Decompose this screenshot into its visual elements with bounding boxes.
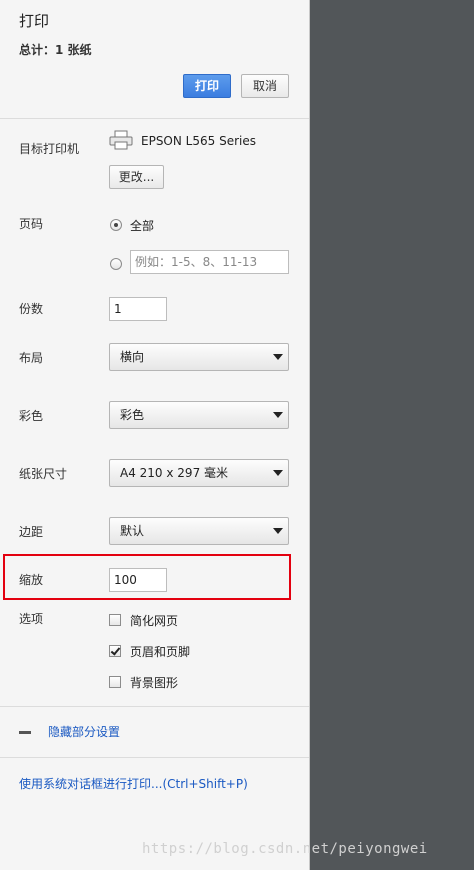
- paper-size-select[interactable]: A4 210 x 297 毫米: [109, 459, 289, 487]
- scale-highlight-box: [3, 554, 291, 600]
- margins-select[interactable]: 默认: [109, 517, 289, 545]
- print-preview-area: [311, 0, 474, 870]
- layout-label: 布局: [19, 351, 44, 365]
- printer-icon: [109, 130, 133, 150]
- change-printer-button[interactable]: 更改...: [109, 165, 164, 189]
- page-title: 打印: [19, 12, 50, 30]
- collapse-icon[interactable]: [19, 731, 31, 734]
- chevron-down-icon: [273, 354, 283, 360]
- margins-value: 默认: [120, 524, 145, 538]
- printer-name: EPSON L565 Series: [141, 134, 256, 148]
- print-header: 打印 总计：1 张纸 打印 取消: [0, 0, 309, 119]
- sheet-summary: 总计：1 张纸: [19, 43, 92, 57]
- watermark-text: https://blog.csdn.net/peiyongwei: [142, 841, 428, 857]
- chevron-down-icon: [273, 412, 283, 418]
- copies-input[interactable]: 1: [109, 297, 167, 321]
- headers-footers-label: 页眉和页脚: [130, 645, 191, 659]
- copies-label: 份数: [19, 302, 44, 316]
- options-label: 选项: [19, 612, 44, 626]
- print-settings-panel: 打印 总计：1 张纸 打印 取消 目标打印机 EPSON L565 Series…: [0, 0, 310, 870]
- background-graphics-label: 背景图形: [130, 676, 179, 690]
- simplify-page-label: 简化网页: [130, 614, 179, 628]
- divider: [0, 706, 309, 707]
- color-label: 彩色: [19, 409, 44, 423]
- margins-label: 边距: [19, 525, 44, 539]
- system-dialog-link[interactable]: 使用系统对话框进行打印...(Ctrl+Shift+P): [19, 775, 248, 792]
- pages-all-label: 全部: [130, 219, 155, 233]
- chevron-down-icon: [273, 528, 283, 534]
- fewer-settings-link[interactable]: 隐藏部分设置: [48, 723, 120, 740]
- pages-custom-input[interactable]: 例如：1-5、8、11-13: [130, 250, 289, 274]
- headers-footers-checkbox[interactable]: [109, 645, 121, 657]
- print-button[interactable]: 打印: [183, 74, 231, 98]
- layout-value: 横向: [120, 350, 145, 364]
- paper-size-value: A4 210 x 297 毫米: [120, 466, 229, 480]
- pages-all-radio[interactable]: [110, 219, 122, 231]
- destination-label: 目标打印机: [19, 142, 80, 156]
- background-graphics-checkbox[interactable]: [109, 676, 121, 688]
- simplify-page-checkbox[interactable]: [109, 614, 121, 626]
- chevron-down-icon: [273, 470, 283, 476]
- pages-label: 页码: [19, 217, 44, 231]
- divider: [0, 757, 309, 758]
- color-select[interactable]: 彩色: [109, 401, 289, 429]
- paper-size-label: 纸张尺寸: [19, 467, 68, 481]
- color-value: 彩色: [120, 408, 145, 422]
- pages-custom-radio[interactable]: [110, 258, 122, 270]
- cancel-button[interactable]: 取消: [241, 74, 289, 98]
- layout-select[interactable]: 横向: [109, 343, 289, 371]
